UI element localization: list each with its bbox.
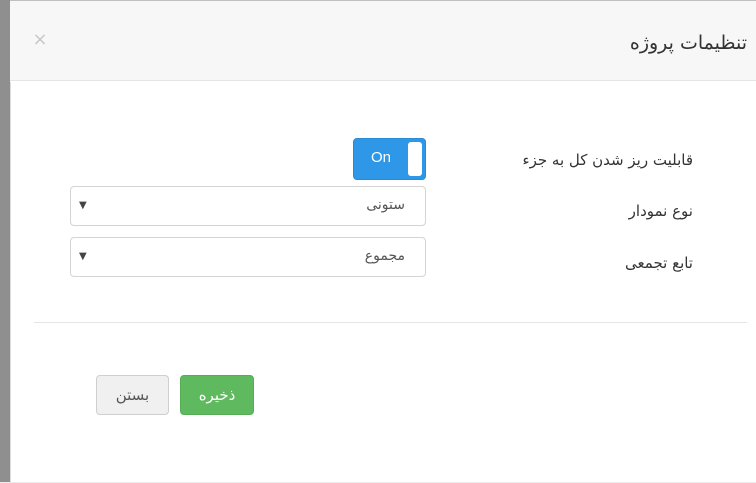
chart-type-select[interactable]: ستونی ▼ xyxy=(70,186,426,226)
chart-type-value: ستونی xyxy=(366,197,405,213)
chevron-down-icon: ▼ xyxy=(79,200,87,211)
dialog-title: تنظیمات پروژه xyxy=(629,32,747,54)
drilldown-toggle[interactable]: On xyxy=(353,138,426,180)
save-button[interactable]: ذخیره xyxy=(180,375,254,415)
dialog-header: تنظیمات پروژه × xyxy=(10,1,756,81)
dialog-left-edge xyxy=(10,82,11,483)
footer-divider xyxy=(34,322,747,323)
project-settings-dialog: تنظیمات پروژه × قابلیت ریز شدن کل به جزء… xyxy=(10,0,756,483)
chevron-down-icon: ▼ xyxy=(79,251,87,262)
backdrop-overlay xyxy=(0,0,10,482)
drilldown-label: قابلیت ریز شدن کل به جزء xyxy=(522,151,693,169)
close-button[interactable]: بستن xyxy=(96,375,169,415)
chart-type-label: نوع نمودار xyxy=(628,202,693,220)
toggle-state-label: On xyxy=(371,149,392,166)
aggregate-function-label: تابع تجمعی xyxy=(625,254,693,272)
aggregate-function-select[interactable]: مجموع ▼ xyxy=(70,237,426,277)
close-icon[interactable]: × xyxy=(32,31,48,49)
toggle-knob xyxy=(408,142,422,176)
aggregate-function-value: مجموع xyxy=(364,248,405,264)
